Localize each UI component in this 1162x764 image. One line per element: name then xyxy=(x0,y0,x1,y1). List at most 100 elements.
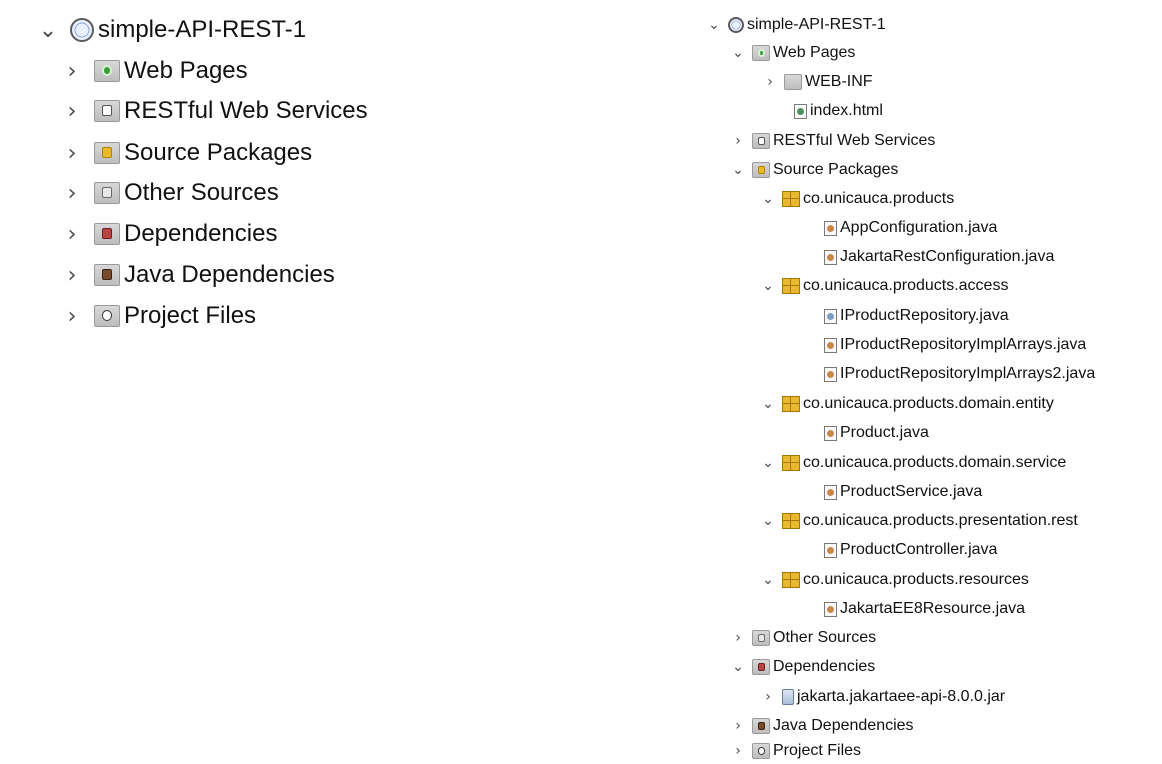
tree-node-java-file[interactable]: JakartaEE8Resource.java xyxy=(818,595,1025,623)
project-label: simple-API-REST-1 xyxy=(747,16,886,33)
package-label: co.unicauca.products xyxy=(803,190,955,207)
chevron-down-icon[interactable]: ⌄ xyxy=(760,191,776,207)
node-label: jakarta.jakartaee-api-8.0.0.jar xyxy=(797,688,1006,705)
tree-node-package[interactable]: ⌄ co.unicauca.products.domain.entity xyxy=(760,390,1054,418)
package-icon xyxy=(782,513,800,529)
chevron-down-icon[interactable]: ⌄ xyxy=(760,572,776,588)
project-label: simple-API-REST-1 xyxy=(98,16,307,43)
java-file-icon xyxy=(824,542,837,558)
tree-node-web-pages[interactable]: ⌄ Web Pages xyxy=(730,39,855,67)
tree-node-project[interactable]: ⌄ simple-API-REST-1 xyxy=(706,11,886,39)
chevron-right-icon[interactable]: › xyxy=(730,133,746,149)
folder-icon xyxy=(784,74,802,90)
file-label: IProductRepositoryImplArrays2.java xyxy=(840,365,1096,382)
other-sources-folder-icon xyxy=(752,630,770,646)
java-file-icon xyxy=(824,220,837,236)
tree-node-web-inf[interactable]: › WEB-INF xyxy=(762,68,873,96)
tree-node-project[interactable]: ⌄ simple-API-REST-1 xyxy=(36,10,306,50)
chevron-down-icon[interactable]: ⌄ xyxy=(730,162,746,178)
package-icon xyxy=(782,572,800,588)
tree-node-dependencies[interactable]: ⌄ Dependencies xyxy=(730,653,875,681)
jar-icon xyxy=(782,689,794,705)
tree-node-index-html[interactable]: index.html xyxy=(788,97,883,125)
tree-node-project-files[interactable]: › Project Files xyxy=(60,296,256,336)
node-label: Web Pages xyxy=(773,44,856,61)
chevron-down-icon[interactable]: ⌄ xyxy=(760,396,776,412)
chevron-right-icon[interactable]: › xyxy=(60,304,84,329)
tree-node-java-file[interactable]: Product.java xyxy=(818,419,929,447)
chevron-right-icon[interactable]: › xyxy=(762,74,778,90)
node-label: Web Pages xyxy=(124,57,248,84)
node-label: Dependencies xyxy=(124,220,278,247)
tree-node-package[interactable]: ⌄ co.unicauca.products.presentation.rest xyxy=(760,507,1078,535)
node-label: Java Dependencies xyxy=(773,717,914,734)
tree-node-java-file[interactable]: JakartaRestConfiguration.java xyxy=(818,243,1054,271)
source-packages-folder-icon xyxy=(752,162,770,178)
tree-node-java-dependencies[interactable]: › Java Dependencies xyxy=(60,255,335,295)
tree-node-jar[interactable]: › jakarta.jakartaee-api-8.0.0.jar xyxy=(760,683,1005,711)
tree-node-java-file[interactable]: ProductController.java xyxy=(818,536,997,564)
package-label: co.unicauca.products.domain.service xyxy=(803,454,1067,471)
package-icon xyxy=(782,278,800,294)
chevron-right-icon[interactable]: › xyxy=(60,99,84,124)
chevron-right-icon[interactable]: › xyxy=(60,263,84,288)
chevron-right-icon[interactable]: › xyxy=(60,181,84,206)
java-dependencies-folder-icon xyxy=(94,264,120,286)
chevron-down-icon[interactable]: ⌄ xyxy=(760,278,776,294)
chevron-right-icon[interactable]: › xyxy=(760,689,776,705)
java-file-icon xyxy=(824,366,837,382)
tree-node-web-pages[interactable]: › Web Pages xyxy=(60,51,248,91)
chevron-right-icon[interactable]: › xyxy=(730,630,746,646)
tree-node-java-file[interactable]: IProductRepositoryImplArrays.java xyxy=(818,331,1086,359)
node-label: Other Sources xyxy=(773,629,877,646)
chevron-right-icon[interactable]: › xyxy=(730,743,746,759)
chevron-right-icon[interactable]: › xyxy=(60,222,84,247)
package-icon xyxy=(782,396,800,412)
node-label: index.html xyxy=(810,102,883,119)
tree-node-restful[interactable]: › RESTful Web Services xyxy=(60,91,368,131)
tree-node-other-sources[interactable]: › Other Sources xyxy=(60,173,279,213)
chevron-right-icon[interactable]: › xyxy=(730,718,746,734)
project-files-folder-icon xyxy=(752,743,770,759)
file-label: ProductService.java xyxy=(840,483,983,500)
file-label: ProductController.java xyxy=(840,541,998,558)
package-label: co.unicauca.products.domain.entity xyxy=(803,395,1054,412)
chevron-down-icon[interactable]: ⌄ xyxy=(730,659,746,675)
restful-folder-icon xyxy=(752,133,770,149)
tree-node-java-file[interactable]: ProductService.java xyxy=(818,478,982,506)
project-files-folder-icon xyxy=(94,305,120,327)
source-packages-folder-icon xyxy=(94,142,120,164)
node-label: Source Packages xyxy=(124,139,313,166)
tree-node-project-files[interactable]: › Project Files xyxy=(730,738,861,764)
dependencies-folder-icon xyxy=(94,223,120,245)
chevron-right-icon[interactable]: › xyxy=(60,141,84,166)
tree-node-source-packages[interactable]: ⌄ Source Packages xyxy=(730,156,898,184)
node-label: Other Sources xyxy=(124,179,279,206)
node-label: Project Files xyxy=(773,742,862,759)
right-project-tree: ⌄ simple-API-REST-1 ⌄ Web Pages › WEB-IN… xyxy=(700,0,1162,764)
tree-node-package[interactable]: ⌄ co.unicauca.products.access xyxy=(760,272,1008,300)
tree-node-java-file[interactable]: IProductRepositoryImplArrays2.java xyxy=(818,360,1095,388)
package-icon xyxy=(782,455,800,471)
file-label: IProductRepositoryImplArrays.java xyxy=(840,336,1087,353)
chevron-down-icon[interactable]: ⌄ xyxy=(730,45,746,61)
tree-node-other-sources[interactable]: › Other Sources xyxy=(730,624,876,652)
tree-node-java-file[interactable]: IProductRepository.java xyxy=(818,302,1009,330)
chevron-down-icon[interactable]: ⌄ xyxy=(760,513,776,529)
web-pages-folder-icon xyxy=(94,60,120,82)
java-file-icon xyxy=(824,601,837,617)
chevron-down-icon[interactable]: ⌄ xyxy=(760,455,776,471)
web-pages-folder-icon xyxy=(752,45,770,61)
tree-node-package[interactable]: ⌄ co.unicauca.products.domain.service xyxy=(760,449,1066,477)
chevron-down-icon[interactable]: ⌄ xyxy=(706,17,722,33)
tree-node-dependencies[interactable]: › Dependencies xyxy=(60,214,278,254)
tree-node-java-dependencies[interactable]: › Java Dependencies xyxy=(730,712,914,740)
tree-node-source-packages[interactable]: › Source Packages xyxy=(60,133,313,173)
tree-node-java-file[interactable]: AppConfiguration.java xyxy=(818,214,997,242)
chevron-down-icon[interactable]: ⌄ xyxy=(36,18,60,43)
chevron-right-icon[interactable]: › xyxy=(60,59,84,84)
tree-node-package[interactable]: ⌄ co.unicauca.products.resources xyxy=(760,566,1029,594)
node-label: Source Packages xyxy=(773,161,899,178)
tree-node-package[interactable]: ⌄ co.unicauca.products xyxy=(760,185,954,213)
tree-node-restful[interactable]: › RESTful Web Services xyxy=(730,127,935,155)
